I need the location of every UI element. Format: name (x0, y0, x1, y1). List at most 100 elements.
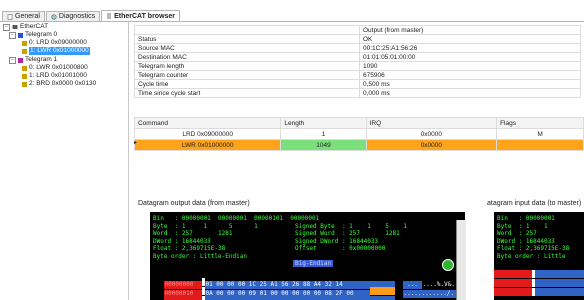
datagram-icon (22, 81, 27, 87)
cell-irq: 0x0000 (365, 139, 498, 151)
tab-general-label: General (15, 13, 40, 20)
readout-line: Byte : 1 1 (497, 222, 548, 230)
collapse-icon[interactable]: − (9, 56, 16, 64)
tab-diagnostics[interactable]: Diagnostics (45, 11, 101, 21)
datagram-icon (22, 73, 27, 79)
hex-address (494, 288, 532, 296)
col-flags[interactable]: Flags (496, 117, 584, 129)
value-readout: Bin : 00000001 Byte : 1 1 Word : 257 DWo… (497, 215, 569, 260)
table-row[interactable]: LRD 0x09000000 1 0x0000 M (133, 128, 584, 140)
props-label: Time since cycle start (134, 88, 360, 98)
props-value: 00:1C:25:A1:56:26 (359, 43, 581, 53)
datagram-output-title: Datagram output data (from master) (138, 200, 250, 207)
props-header-output: Output (from master) (359, 25, 581, 35)
tree-telegram-0-label: Telegram 0 (25, 31, 58, 38)
hex-address (494, 270, 532, 278)
props-row: Destination MAC 01:01:05:01:00:00 (134, 52, 581, 62)
props-label: Source MAC (134, 43, 360, 53)
cell-flags (496, 139, 584, 151)
hex-address (164, 296, 203, 300)
props-label: Cycle time (134, 79, 360, 89)
byte-order-label: Byte order : (497, 252, 541, 260)
cell-length: 1049 (280, 139, 367, 151)
tree-root[interactable]: − EtherCAT (3, 23, 48, 31)
byte-order-label: Byte order : (153, 252, 197, 260)
tree-datagram-item[interactable]: 1: LRD 0x01001000 (22, 72, 87, 80)
props-value: 0,000 ms (359, 88, 581, 98)
tree-root-label: EtherCAT (20, 23, 49, 30)
cell-command: LWR 0x01000000 (133, 139, 282, 151)
props-value: 675906 (359, 70, 581, 80)
col-command[interactable]: Command (133, 117, 282, 129)
collapse-icon[interactable]: − (9, 31, 16, 39)
output-scrollbar[interactable] (456, 220, 466, 300)
cell-irq: 0x0000 (365, 128, 498, 140)
hex-row (494, 288, 584, 296)
document-icon (7, 13, 13, 20)
props-value: 01:01:05:01:00:00 (359, 52, 581, 62)
props-label: Telegram length (134, 61, 360, 71)
props-row: Telegram counter 675906 (134, 70, 581, 80)
ethercat-icon (107, 13, 112, 19)
hex-bytes[interactable] (205, 296, 396, 300)
datagram-command-table[interactable]: Command Length IRQ Flags LRD 0x09000000 … (133, 117, 584, 151)
cell-flags: M (496, 128, 584, 140)
hex-bytes[interactable] (535, 279, 584, 287)
datagram-icon (22, 65, 27, 71)
datagram-input-title: atagram input data (to master) (487, 200, 582, 207)
tree-datagram-item[interactable]: 0: LRD 0x09000000 (22, 39, 87, 47)
tree-datagram-item[interactable]: 0: LWR 0x01000800 (22, 64, 88, 72)
hex-bytes[interactable] (535, 270, 584, 278)
readout-line: Bin : 00000001 00000001 00000101 0000000… (153, 215, 320, 222)
diagnostics-icon (51, 13, 57, 20)
telegram-properties-table: Output (from master) Status OK Source MAC… (134, 25, 581, 98)
tree-telegram-1-label: Telegram 1 (25, 56, 58, 63)
col-irq[interactable]: IRQ (365, 117, 498, 129)
byte-order-value[interactable]: Little-Endian (200, 253, 247, 260)
props-row: Status OK (134, 34, 581, 44)
network-icon (12, 25, 18, 29)
readout-line: Signed Byte : 1 1 5 1 (295, 222, 407, 230)
hex-bytes[interactable] (535, 288, 584, 296)
props-row: Cycle time 0,500 ms (134, 79, 581, 89)
tree-datagram-item[interactable]: 2: BRD 0x0000 0x0130 (22, 80, 96, 88)
cell-command: LRD 0x09000000 (133, 128, 282, 140)
hex-row (494, 270, 584, 278)
ethercat-tree[interactable]: − EtherCAT − Telegram 0 0: LRD 0x0900000… (0, 22, 129, 300)
telegram-icon (18, 32, 23, 38)
tab-general[interactable]: General (2, 11, 45, 21)
props-value: 1090 (359, 61, 581, 71)
datagram-icon (22, 40, 27, 46)
byte-order-value[interactable]: Little (544, 253, 566, 260)
datagram-icon (22, 48, 27, 54)
collapse-icon[interactable]: − (3, 23, 10, 31)
hex-address (494, 279, 532, 287)
tab-ethercat-browser[interactable]: EtherCAT browser (101, 10, 181, 21)
big-endian-button[interactable]: Big-Endian (293, 260, 334, 267)
row-pointer-icon: ▸ (134, 140, 138, 146)
readout-line: Offset : 0x00000000 (295, 245, 386, 252)
props-row: Telegram length 1090 (134, 61, 581, 71)
props-label: Status (134, 34, 360, 44)
readout-line: DWord : 16844033 (497, 237, 555, 245)
tree-datagram-item-selected[interactable]: 1: LWR 0x01000000 (22, 47, 90, 55)
props-header-blank (134, 25, 360, 35)
props-label: Telegram counter (134, 70, 360, 80)
tree-item-label: 0: LWR 0x01000800 (29, 64, 88, 71)
hex-row: 00000010 0A 00 00 00 09 01 00 00 00 00 00… (150, 279, 465, 298)
tree-telegram-0[interactable]: − Telegram 0 (9, 31, 57, 39)
tab-diagnostics-label: Diagnostics (58, 13, 96, 20)
tree-telegram-1[interactable]: − Telegram 1 (9, 56, 57, 64)
props-row: Source MAC 00:1C:25:A1:56:26 (134, 43, 581, 53)
hex-row (150, 288, 396, 300)
readout-line: Word : 257 (497, 230, 537, 237)
props-row: Time since cycle start 0,000 ms (134, 88, 581, 98)
table-row-selected[interactable]: LWR 0x01000000 1049 0x0000 (133, 139, 584, 151)
datagram-output-viewer[interactable]: Bin : 00000001 00000001 00000101 0000000… (150, 212, 465, 300)
hex-row (494, 279, 584, 287)
datagram-input-viewer[interactable]: Bin : 00000001 Byte : 1 1 Word : 257 DWo… (494, 212, 584, 300)
props-label: Destination MAC (134, 52, 360, 62)
col-length[interactable]: Length (280, 117, 367, 129)
readout-line: Float : 2,369715E-38 (497, 245, 570, 252)
hex-row: 00000000 01 00 00 00 1C 25 A1 56 26 88 A4… (150, 270, 465, 289)
